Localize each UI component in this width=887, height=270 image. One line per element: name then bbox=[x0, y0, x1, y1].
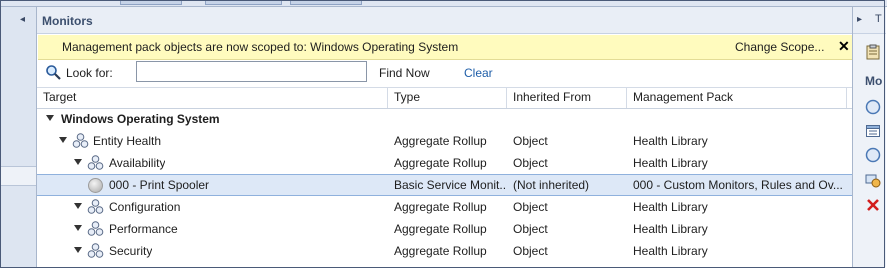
window-frame bbox=[0, 0, 885, 268]
